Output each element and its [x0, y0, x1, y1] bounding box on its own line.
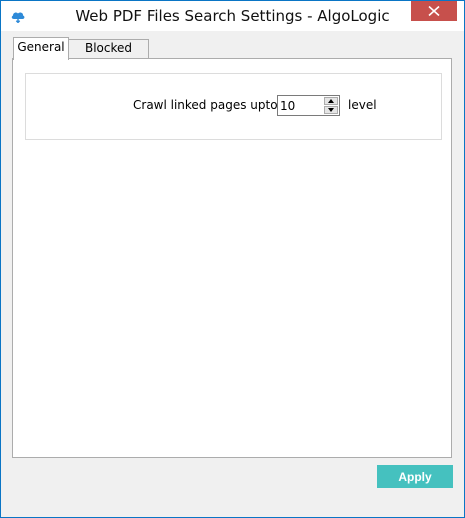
title-bar[interactable]: Web PDF Files Search Settings - AlgoLogi…: [1, 1, 464, 31]
crawl-depth-stepper[interactable]: [277, 95, 340, 116]
crawl-depth-label: Crawl linked pages upto: [133, 98, 278, 112]
stepper-down-icon[interactable]: [324, 106, 338, 114]
crawl-depth-input[interactable]: [280, 98, 320, 113]
tab-blocked-urls[interactable]: Blocked URLs: [69, 39, 149, 72]
stepper-up-icon[interactable]: [324, 97, 338, 105]
level-label: level: [348, 98, 377, 112]
stepper-buttons: [324, 97, 338, 114]
settings-window: Web PDF Files Search Settings - AlgoLogi…: [0, 0, 465, 518]
general-tab-page: Crawl linked pages upto level: [12, 58, 452, 458]
crawl-settings-group: Crawl linked pages upto level: [25, 73, 442, 140]
close-button[interactable]: [411, 1, 457, 21]
tab-general[interactable]: General: [13, 37, 69, 60]
apply-button[interactable]: Apply: [377, 465, 453, 488]
close-icon: [428, 6, 440, 16]
window-title: Web PDF Files Search Settings - AlgoLogi…: [75, 7, 390, 25]
